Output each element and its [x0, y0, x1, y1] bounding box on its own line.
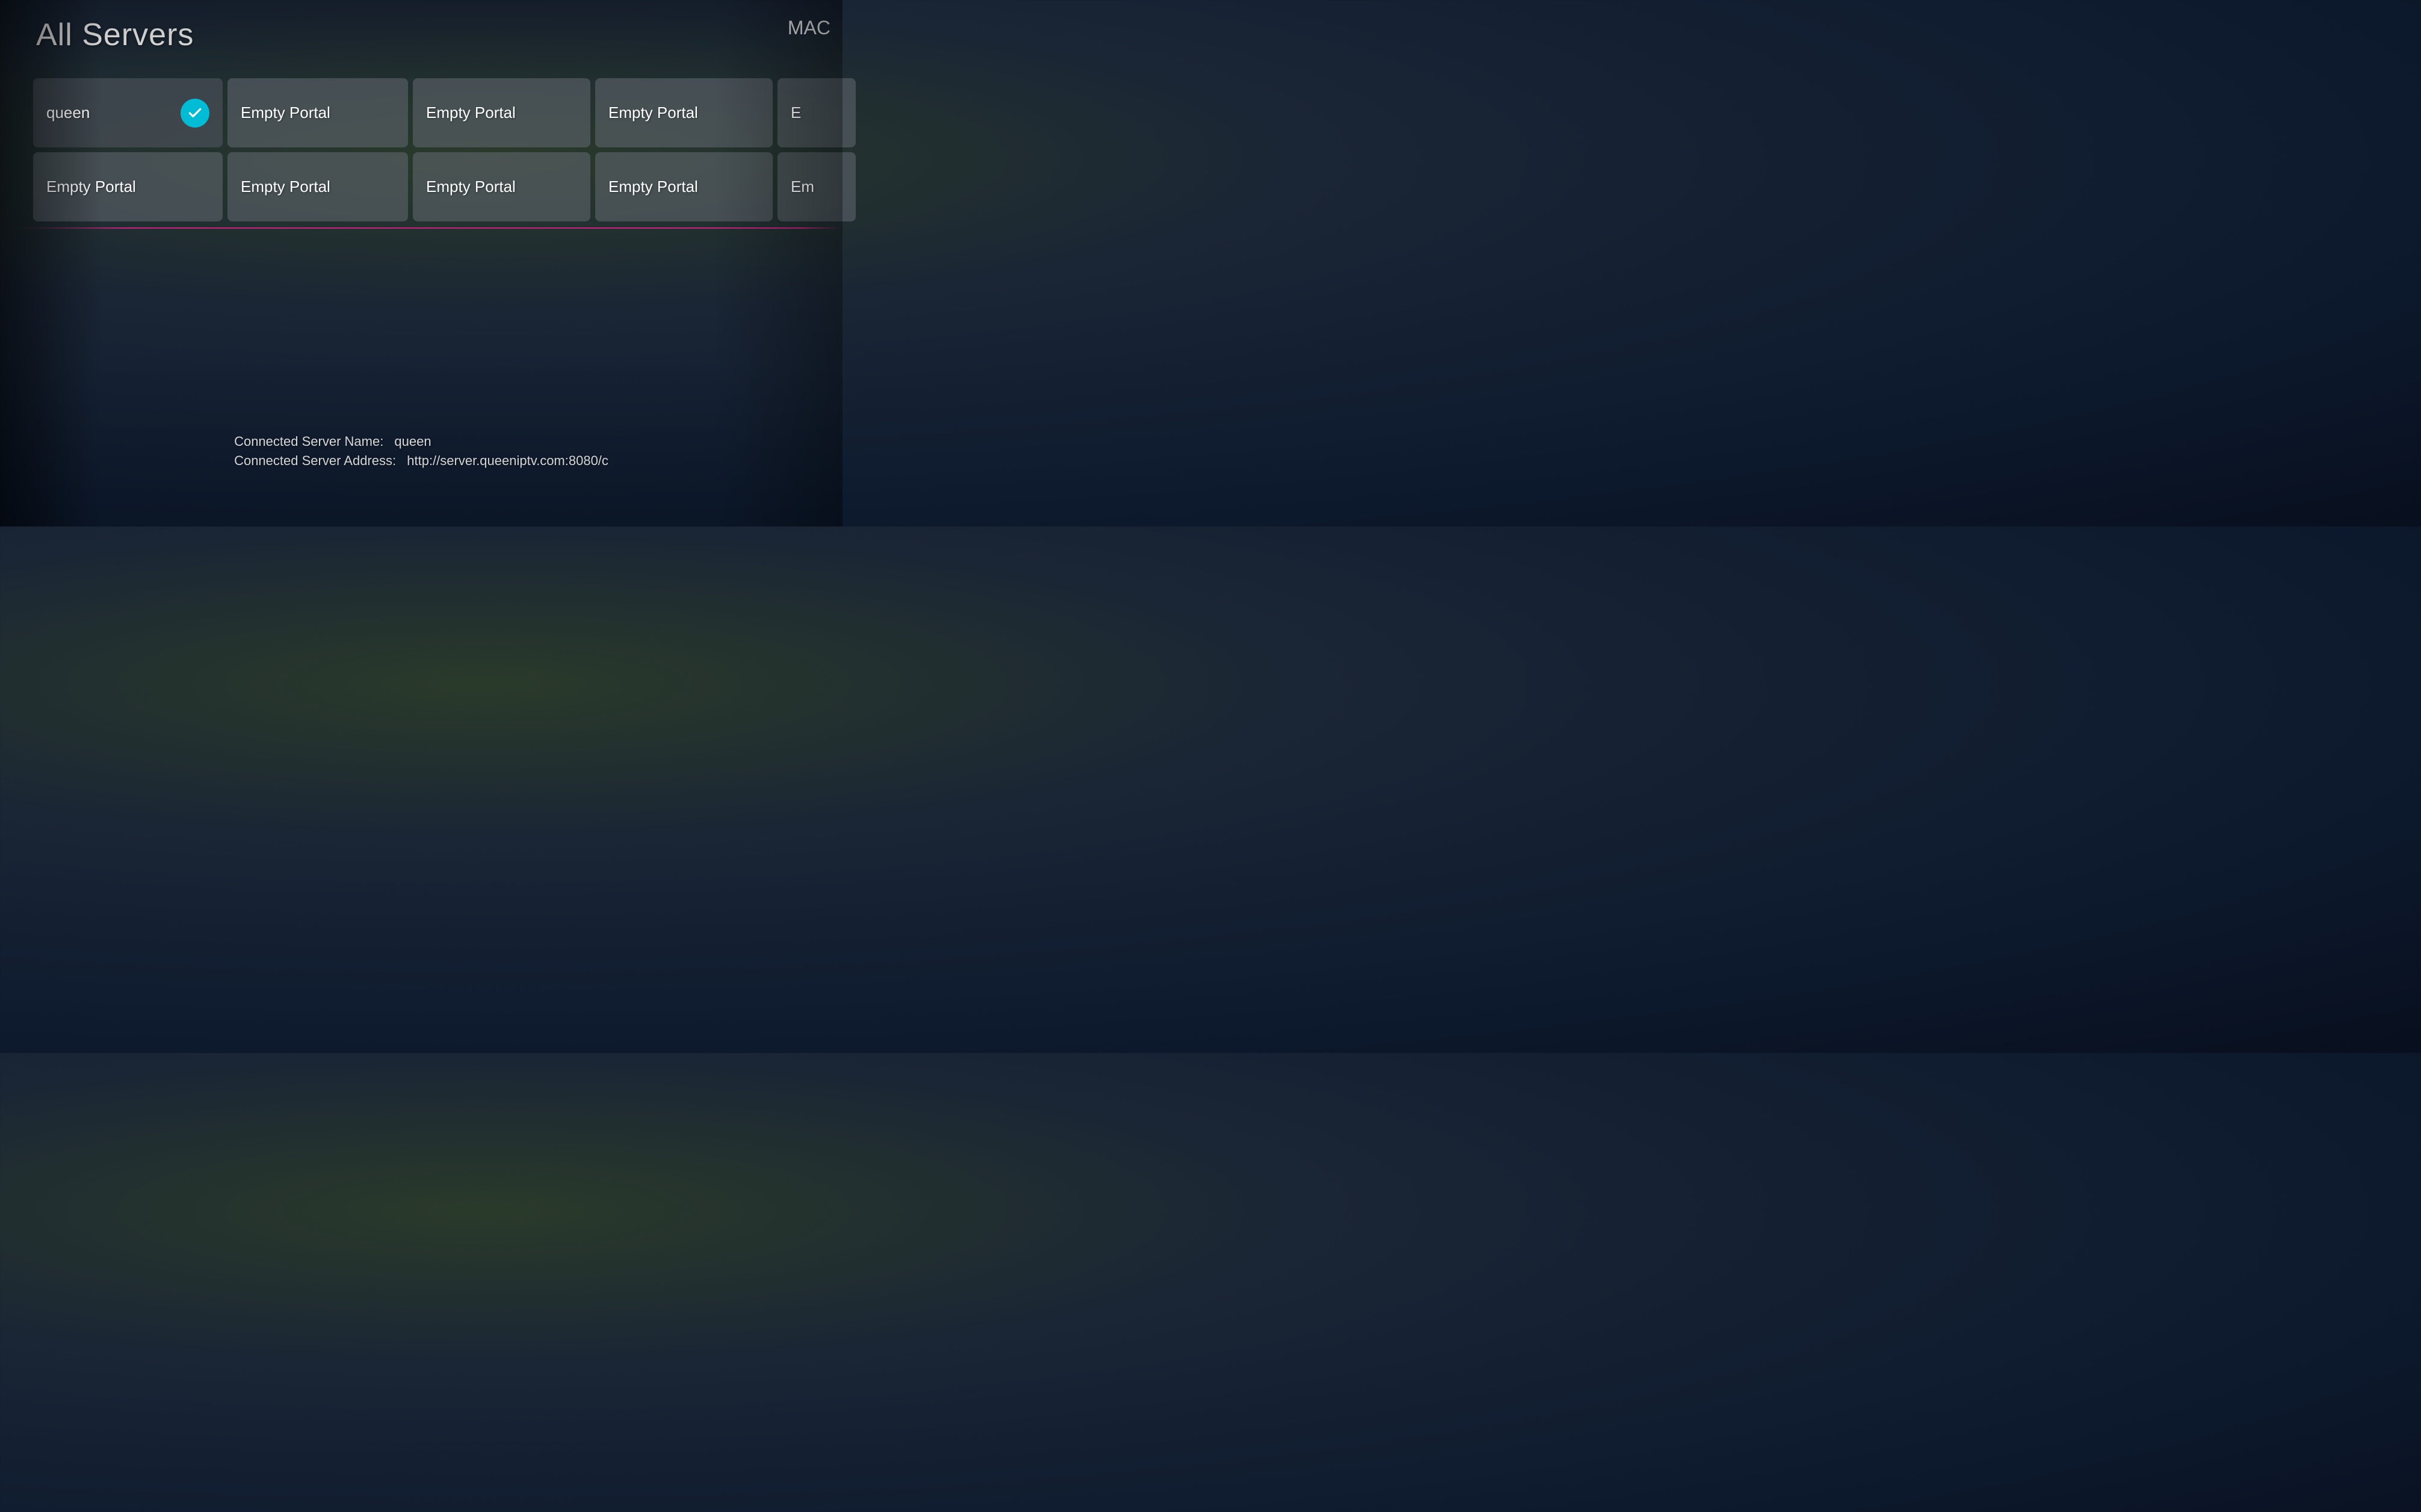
- server-tile-empty7[interactable]: Empty Portal: [413, 152, 590, 221]
- server-tile-queen[interactable]: queen: [33, 78, 223, 147]
- server-tile-partial-r2[interactable]: Em: [778, 152, 856, 221]
- tile-label-partial-r1: E: [791, 103, 801, 122]
- tile-label-empty1: Empty Portal: [241, 103, 330, 122]
- server-tile-partial-r1[interactable]: E: [778, 78, 856, 147]
- active-check-badge: [181, 99, 209, 128]
- server-grid: queen Empty Portal Empty Portal Empty Po…: [33, 78, 836, 221]
- server-tile-empty8[interactable]: Empty Portal: [595, 152, 773, 221]
- server-name-row: Connected Server Name: queen: [234, 434, 608, 449]
- server-address-row: Connected Server Address: http://server.…: [234, 453, 608, 469]
- page-title: All Servers: [36, 17, 194, 53]
- tile-label-partial-r2: Em: [791, 177, 814, 196]
- tile-label-queen: queen: [46, 103, 90, 122]
- mac-label: MAC: [788, 17, 830, 39]
- bottom-info: Connected Server Name: queen Connected S…: [234, 434, 608, 472]
- tile-label-empty8: Empty Portal: [608, 177, 698, 196]
- server-address-value: http://server.queeniptv.com:8080/c: [407, 453, 608, 468]
- server-address-label: Connected Server Address:: [234, 453, 396, 468]
- tile-label-empty2: Empty Portal: [426, 103, 516, 122]
- tile-label-empty6: Empty Portal: [241, 177, 330, 196]
- server-tile-empty2[interactable]: Empty Portal: [413, 78, 590, 147]
- tile-label-empty7: Empty Portal: [426, 177, 516, 196]
- tile-label-empty5: Empty Portal: [46, 177, 136, 196]
- server-tile-empty3[interactable]: Empty Portal: [595, 78, 773, 147]
- server-name-label: Connected Server Name:: [234, 434, 383, 449]
- server-name-value: queen: [394, 434, 431, 449]
- divider-line: [0, 227, 843, 229]
- tile-label-empty3: Empty Portal: [608, 103, 698, 122]
- server-tile-empty1[interactable]: Empty Portal: [227, 78, 408, 147]
- server-tile-empty5[interactable]: Empty Portal: [33, 152, 223, 221]
- server-tile-empty6[interactable]: Empty Portal: [227, 152, 408, 221]
